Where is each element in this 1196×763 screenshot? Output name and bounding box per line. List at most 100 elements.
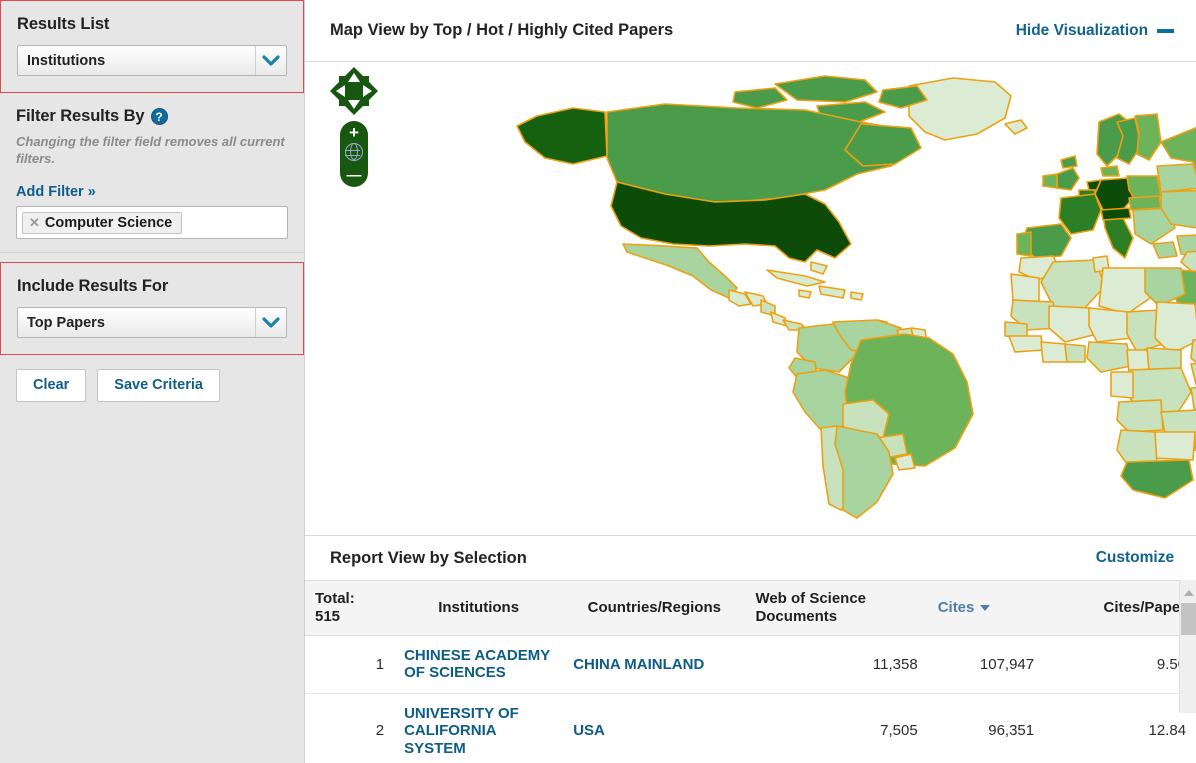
row-country[interactable]: CHINA MAINLAND (563, 635, 746, 694)
country-guinea (1008, 335, 1044, 353)
country-scotland-isles (1060, 155, 1078, 169)
save-criteria-button[interactable]: Save Criteria (97, 369, 220, 402)
column-header-documents: Web of Science Documents (745, 580, 928, 636)
row-documents: 11,358 (745, 635, 928, 694)
world-map-svg[interactable] (305, 62, 1196, 535)
row-institution[interactable]: UNIVERSITY OF CALIFORNIA SYSTEM (394, 693, 564, 763)
country-uk (1056, 167, 1080, 191)
country-zimbabwe-botswana (1150, 431, 1196, 461)
country-zambia (1160, 409, 1196, 435)
include-results-select-wrap[interactable]: Top Papers (17, 307, 287, 339)
report-table-wrap: Total: 515 Institutions Countries/Region… (305, 580, 1196, 763)
country-haiti-dr (818, 285, 846, 299)
country-iceland (1004, 119, 1028, 135)
table-row[interactable]: 2 UNIVERSITY OF CALIFORNIA SYSTEM USA 7,… (305, 693, 1196, 763)
country-canada-east (844, 123, 922, 167)
total-count: 515 (315, 608, 341, 625)
column-header-institutions: Institutions (394, 580, 564, 636)
country-czech-slovakia (1128, 195, 1162, 211)
question-mark-icon[interactable]: ? (150, 108, 168, 125)
country-link[interactable]: CHINA MAINLAND (573, 656, 704, 673)
map-controls[interactable]: + — (330, 67, 378, 187)
filter-header: Filter Results By ? (16, 107, 288, 126)
filter-chip-label: Computer Science (44, 214, 173, 231)
country-western-sahara (1010, 273, 1040, 303)
scroll-up-arrow-icon[interactable] (1184, 590, 1195, 596)
country-south-africa (1120, 459, 1194, 499)
filter-chip-box[interactable]: ✕ Computer Science (16, 206, 288, 240)
clear-button[interactable]: Clear (16, 369, 87, 402)
country-ireland (1042, 173, 1058, 189)
column-header-cites[interactable]: Cites (927, 580, 1045, 636)
chevron-down-icon[interactable] (255, 308, 286, 338)
filter-title: Filter Results By (16, 107, 145, 125)
customize-link[interactable]: Customize (1096, 549, 1174, 567)
institution-link[interactable]: UNIVERSITY OF CALIFORNIA SYSTEM (404, 705, 519, 757)
table-row[interactable]: 1 CHINESE ACADEMY OF SCIENCES CHINA MAIN… (305, 635, 1196, 694)
hide-visualization-button[interactable]: Hide Visualization (1015, 21, 1175, 40)
criteria-buttons: Clear Save Criteria (0, 355, 304, 416)
row-institution[interactable]: CHINESE ACADEMY OF SCIENCES (394, 635, 564, 694)
documents-label-line2: Documents (755, 608, 838, 625)
country-niger (1088, 307, 1132, 343)
include-results-panel: Include Results For Top Papers (0, 262, 304, 356)
results-list-title: Results List (17, 15, 110, 33)
country-finland (1134, 113, 1162, 161)
results-list-select[interactable]: Institutions (17, 45, 287, 76)
page-title: Map View by Top / Hot / Highly Cited Pap… (330, 21, 674, 39)
country-alaska (516, 107, 608, 165)
map-header: Map View by Top / Hot / Highly Cited Pap… (305, 0, 1196, 62)
scrollbar-thumb[interactable] (1181, 603, 1196, 635)
column-header-cites-per-paper: Cites/Paper (1044, 580, 1196, 636)
report-table: Total: 515 Institutions Countries/Region… (305, 580, 1196, 763)
country-bahamas (810, 261, 828, 275)
country-canada-arctic-1 (774, 75, 878, 103)
cites-sort-button[interactable]: Cites (938, 599, 991, 617)
country-greenland (908, 77, 1012, 141)
country-sudan (1154, 301, 1196, 355)
close-x-icon[interactable]: ✕ (29, 215, 40, 231)
row-cites: 107,947 (927, 635, 1045, 694)
table-scrollbar[interactable] (1179, 580, 1196, 713)
country-angola (1116, 399, 1164, 433)
row-rank: 1 (305, 635, 395, 694)
sidebar: Results List Institutions Filter Results… (0, 0, 305, 763)
globe-icon[interactable] (344, 142, 363, 161)
row-cites-per-paper: 9.50 (1044, 635, 1196, 694)
zoom-control[interactable]: + — (340, 121, 368, 187)
report-table-body: 1 CHINESE ACADEMY OF SCIENCES CHINA MAIN… (305, 635, 1196, 763)
cites-label: Cites (937, 599, 975, 616)
row-cites-per-paper: 12.84 (1044, 693, 1196, 763)
include-results-select[interactable]: Top Papers (17, 307, 287, 339)
country-greece (1152, 241, 1178, 259)
country-portugal (1016, 231, 1032, 257)
filter-chip-computer-science[interactable]: ✕ Computer Science (22, 211, 183, 234)
country-kenya (1190, 362, 1196, 388)
add-filter-link[interactable]: Add Filter » (16, 184, 96, 200)
row-rank: 2 (305, 693, 395, 763)
country-mexico (622, 243, 738, 299)
chevron-down-icon[interactable] (255, 46, 286, 75)
country-puerto-rico (850, 291, 864, 301)
country-denmark (1100, 165, 1120, 177)
country-canada-arctic-2 (732, 87, 788, 109)
country-namibia (1116, 429, 1158, 465)
world-map[interactable]: + — 0 75,216 (305, 62, 1196, 535)
results-list-select-wrap[interactable]: Institutions (17, 45, 287, 76)
hide-visualization-label: Hide Visualization (1015, 21, 1149, 39)
minus-icon[interactable] (1157, 28, 1175, 33)
results-list-panel: Results List Institutions (0, 0, 304, 93)
country-italy (1102, 213, 1134, 259)
report-title: Report View by Selection (330, 548, 527, 567)
pan-directional-icon[interactable] (330, 67, 378, 115)
country-gabon-congo (1110, 371, 1134, 399)
country-link[interactable]: USA (573, 722, 605, 739)
zoom-out-button[interactable]: — (340, 168, 368, 183)
column-header-countries: Countries/Regions (563, 580, 746, 636)
row-country[interactable]: USA (563, 693, 746, 763)
include-results-title: Include Results For (17, 277, 169, 296)
zoom-in-button[interactable]: + (340, 124, 368, 141)
country-jamaica (798, 289, 812, 299)
table-header-row: Total: 515 Institutions Countries/Region… (305, 580, 1196, 636)
institution-link[interactable]: CHINESE ACADEMY OF SCIENCES (404, 647, 550, 681)
